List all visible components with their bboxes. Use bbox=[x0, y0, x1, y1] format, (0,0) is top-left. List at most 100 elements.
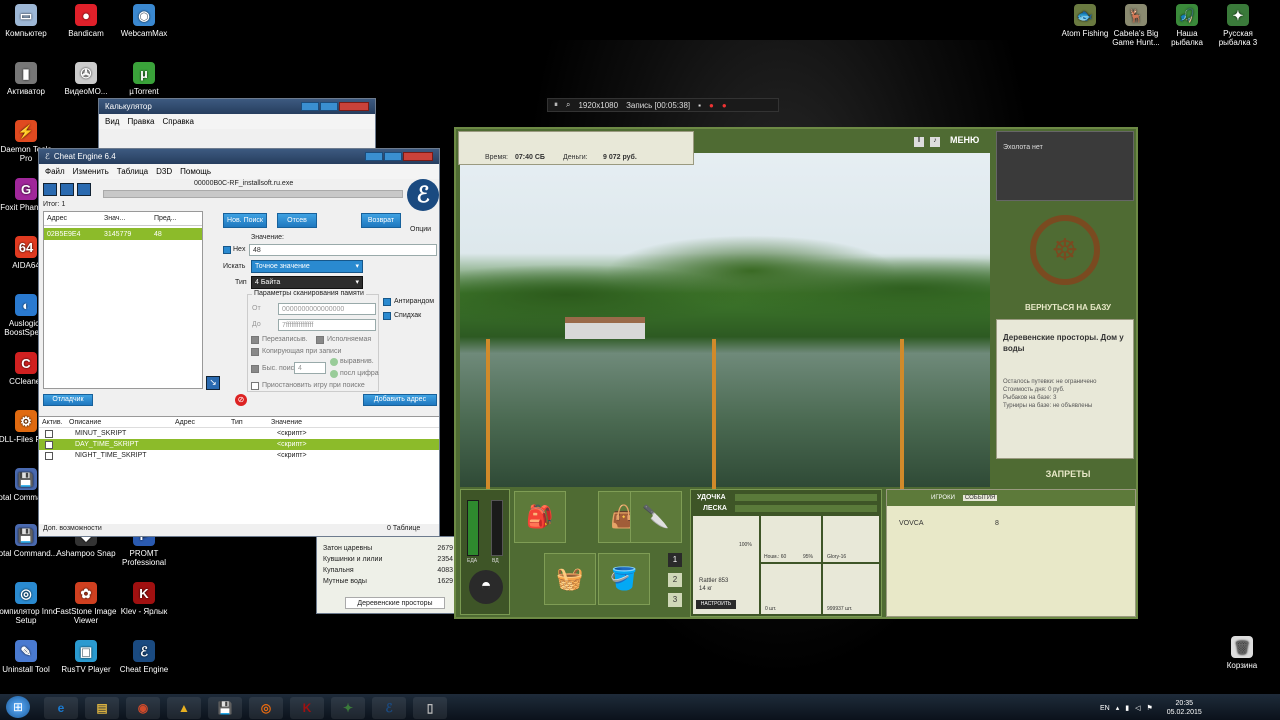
sound-icon[interactable]: ♪ bbox=[930, 137, 940, 147]
close-button[interactable] bbox=[339, 102, 369, 111]
options-link[interactable]: Опции bbox=[410, 226, 431, 233]
desktop-icon[interactable]: ▣ RusTV Player bbox=[54, 640, 118, 674]
menu-item[interactable]: Изменить bbox=[73, 167, 109, 176]
minimize-button[interactable] bbox=[301, 102, 319, 111]
col-type[interactable]: Тип bbox=[231, 419, 271, 426]
desktop-icon[interactable]: ● Bandicam bbox=[54, 4, 118, 38]
rod-detail[interactable]: 100% Rattler 853 14 кг НАСТРОИТЬ bbox=[693, 516, 759, 614]
open-file-icon[interactable] bbox=[60, 183, 74, 196]
recycle-bin[interactable]: 🗑 Корзина bbox=[1210, 636, 1274, 670]
desktop-icon[interactable]: ◉ WebcamMax bbox=[112, 4, 176, 38]
table-row[interactable]: DAY_TIME_SKRIPT <скрипт> bbox=[39, 439, 439, 450]
rod-1[interactable] bbox=[486, 339, 490, 489]
col-description[interactable]: Описание bbox=[69, 419, 175, 426]
scan-type-select[interactable]: Точное значение ▾ bbox=[251, 260, 363, 273]
language-indicator[interactable]: EN bbox=[1100, 705, 1110, 712]
desktop-icon[interactable]: ▭ Компьютер bbox=[0, 4, 58, 38]
new-scan-button[interactable]: Нов. Поиск bbox=[223, 213, 267, 228]
desktop-icon[interactable]: ▮ Активатор bbox=[0, 62, 58, 96]
line-slot[interactable]: Glory-16 bbox=[823, 516, 879, 562]
list-item[interactable]: Затон царевны 2679 bbox=[323, 545, 453, 552]
volume-icon[interactable]: ◁ bbox=[1135, 704, 1140, 712]
explorer-icon[interactable]: ▤ bbox=[85, 697, 119, 719]
menu-button[interactable]: МЕНЮ bbox=[950, 135, 979, 145]
value-input[interactable]: 48 bbox=[249, 244, 437, 256]
player-name[interactable]: VOVCA bbox=[899, 520, 924, 527]
desktop-icon[interactable]: ℰ Cheat Engine bbox=[112, 640, 176, 674]
save-file-icon[interactable] bbox=[77, 183, 91, 196]
active-checkbox[interactable] bbox=[45, 440, 53, 449]
col-previous[interactable]: Пред... bbox=[154, 215, 202, 222]
pause-icon[interactable]: ⏸ bbox=[554, 100, 558, 110]
col-value[interactable]: Знач... bbox=[104, 215, 154, 222]
next-scan-button[interactable]: Отсев bbox=[277, 213, 317, 228]
add-address-button[interactable]: Добавить адрес bbox=[363, 394, 437, 406]
footer-table[interactable]: 0 Таблице bbox=[387, 525, 420, 532]
fast-scan-input[interactable]: 4 bbox=[294, 362, 326, 374]
from-address-input[interactable]: 0000000000000000 bbox=[278, 303, 376, 315]
spots-tab[interactable]: Деревенские просторы bbox=[345, 597, 445, 609]
desktop-icon[interactable]: 🦌 Cabela's Big Game Hunt... bbox=[1109, 4, 1163, 47]
undo-scan-button[interactable]: Возврат bbox=[361, 213, 401, 228]
menu-item[interactable]: Справка bbox=[163, 117, 194, 126]
rod-slot-button[interactable]: 1 bbox=[668, 553, 682, 567]
speedhack-checkbox[interactable] bbox=[383, 312, 391, 320]
klev-task-icon[interactable]: K bbox=[290, 697, 324, 719]
tackle-box-icon[interactable]: 🎒 bbox=[514, 491, 566, 543]
cheat-engine-titlebar[interactable]: ℰ Cheat Engine 6.4 bbox=[39, 149, 439, 164]
stop-icon[interactable]: ⊘ bbox=[235, 394, 247, 406]
desktop-icon[interactable]: ✦ Русская рыбалка 3 bbox=[1211, 4, 1265, 47]
footer-extras[interactable]: Доп. возможности bbox=[43, 525, 102, 532]
menu-item[interactable]: Файл bbox=[45, 167, 65, 176]
result-row[interactable]: 02B5E9E4 3145779 48 bbox=[44, 228, 202, 240]
stop-record-icon[interactable]: ● bbox=[709, 101, 714, 110]
calculator-titlebar[interactable]: Калькулятор bbox=[99, 99, 375, 114]
antirandom-checkbox[interactable] bbox=[383, 298, 391, 306]
pot-icon[interactable]: ◓ bbox=[469, 570, 503, 604]
helm-icon[interactable]: ☸ bbox=[1030, 215, 1100, 285]
rod-3[interactable] bbox=[900, 339, 904, 489]
bucket-icon[interactable]: 🪣 bbox=[598, 553, 650, 605]
list-item[interactable]: Купальня 4083 bbox=[323, 567, 453, 574]
executable-checkbox[interactable] bbox=[316, 336, 324, 344]
alignment-radio[interactable] bbox=[330, 358, 338, 366]
rod-slot-button[interactable]: 2 bbox=[668, 573, 682, 587]
list-item[interactable]: Мутные воды 1629 bbox=[323, 578, 453, 585]
memory-view-button[interactable]: Отладчик bbox=[43, 394, 93, 406]
hex-checkbox[interactable] bbox=[223, 246, 231, 254]
menu-item[interactable]: Помощь bbox=[180, 167, 211, 176]
pointer-scan-icon[interactable]: ↘ bbox=[206, 376, 220, 390]
hook-slot[interactable]: 0 шт. bbox=[761, 564, 821, 614]
active-checkbox[interactable] bbox=[45, 429, 53, 438]
col-active[interactable]: Актив. bbox=[39, 419, 69, 426]
close-button[interactable] bbox=[403, 152, 433, 161]
rod-2[interactable] bbox=[712, 339, 716, 489]
menu-item[interactable]: D3D bbox=[156, 167, 172, 176]
firefox-icon[interactable]: ◎ bbox=[249, 697, 283, 719]
lake-scene[interactable] bbox=[460, 153, 990, 489]
cheat-engine-task-icon[interactable]: ℰ bbox=[372, 697, 406, 719]
col-value[interactable]: Значение bbox=[271, 419, 371, 426]
close-record-icon[interactable]: ● bbox=[722, 101, 727, 110]
notepad-icon[interactable]: ▯ bbox=[413, 697, 447, 719]
setup-button[interactable]: НАСТРОИТЬ bbox=[696, 600, 736, 609]
last-digits-radio[interactable] bbox=[330, 370, 338, 378]
desktop-icon[interactable]: 🎣 Наша рыбалка bbox=[1160, 4, 1214, 47]
return-to-base-button[interactable]: ВЕРНУТЬСЯ НА БАЗУ bbox=[1008, 303, 1128, 312]
desktop-icon[interactable]: ✿ FastStone Image Viewer bbox=[54, 582, 118, 625]
maximize-button[interactable] bbox=[384, 152, 402, 161]
tab-players[interactable]: ИГРОКИ bbox=[931, 495, 955, 501]
list-item[interactable]: Кувшинки и лилии 2354 bbox=[323, 556, 453, 563]
open-process-icon[interactable] bbox=[43, 183, 57, 196]
menu-item[interactable]: Таблица bbox=[117, 167, 148, 176]
ie-icon[interactable]: e bbox=[44, 697, 78, 719]
rod-slot-button[interactable]: 3 bbox=[668, 593, 682, 607]
col-address[interactable]: Адрес bbox=[175, 419, 231, 426]
menu-item[interactable]: Правка bbox=[127, 117, 154, 126]
basket-icon[interactable]: 🧺 bbox=[544, 553, 596, 605]
network-icon[interactable]: ▮ bbox=[1125, 704, 1129, 712]
copy-on-write-checkbox[interactable] bbox=[251, 348, 259, 356]
fast-scan-checkbox[interactable] bbox=[251, 365, 259, 373]
clock[interactable]: 20:35 05.02.2015 bbox=[1167, 699, 1202, 717]
col-address[interactable]: Адрес bbox=[44, 215, 104, 222]
